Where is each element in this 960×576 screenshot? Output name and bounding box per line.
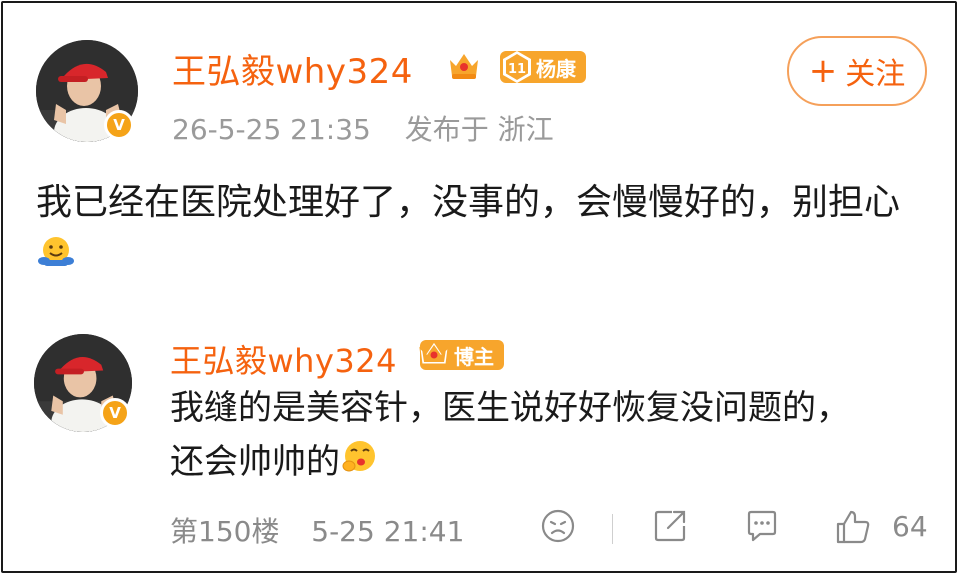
follow-button-label: 关注 bbox=[845, 57, 906, 92]
reply-text: 我缝的是美容针，医生说好好恢复没问题的， 还会帅帅的 bbox=[170, 381, 940, 492]
follow-button[interactable]: + 关注 bbox=[787, 36, 927, 106]
fan-badge[interactable]: 11 杨康 bbox=[500, 51, 586, 83]
verified-icon: V bbox=[104, 110, 134, 140]
comment-icon[interactable] bbox=[744, 508, 780, 544]
dislike-icon[interactable] bbox=[540, 508, 576, 544]
crown-icon bbox=[450, 54, 478, 79]
reply-text-line2-content: 还会帅帅的 bbox=[170, 442, 340, 482]
fan-level-icon: 11 bbox=[503, 51, 531, 83]
post-timestamp: 26-5-25 21:35 bbox=[172, 113, 371, 146]
reply-verified-icon: V bbox=[100, 398, 130, 428]
plus-icon: + bbox=[808, 51, 838, 91]
post-location: 发布于 浙江 bbox=[404, 113, 554, 146]
post-text-content: 我已经在医院处理好了，没事的，会慢慢好的，别担心 bbox=[36, 182, 901, 223]
divider bbox=[612, 514, 613, 544]
post-text: 我已经在医院处理好了，没事的，会慢慢好的，别担心 bbox=[36, 174, 916, 291]
share-icon[interactable] bbox=[652, 508, 688, 544]
fan-level-text: 11 bbox=[508, 62, 526, 77]
hug-emoji bbox=[36, 233, 76, 291]
reply-text-line1: 我缝的是美容针，医生说好好恢复没问题的， bbox=[170, 388, 850, 428]
post-username[interactable]: 王弘毅why324 bbox=[172, 44, 413, 93]
reply-text-line2: 还会帅帅的 bbox=[170, 435, 940, 492]
reply-floor: 第150楼 bbox=[170, 515, 280, 548]
reply-timestamp: 5-25 21:41 bbox=[311, 515, 465, 548]
kiss-emoji bbox=[340, 436, 380, 492]
post-meta: 26-5-25 21:35 发布于 浙江 bbox=[172, 108, 554, 148]
like-icon[interactable] bbox=[834, 508, 872, 546]
reply-username[interactable]: 王弘毅why324 bbox=[170, 336, 397, 382]
like-count: 64 bbox=[892, 510, 928, 543]
blogger-tag: 博主 bbox=[419, 340, 504, 370]
reply-meta: 第150楼 5-25 21:41 bbox=[170, 510, 464, 550]
blogger-tag-label: 博主 bbox=[454, 344, 494, 369]
crown-icon bbox=[419, 341, 449, 365]
fan-badge-label: 杨康 bbox=[536, 56, 576, 81]
